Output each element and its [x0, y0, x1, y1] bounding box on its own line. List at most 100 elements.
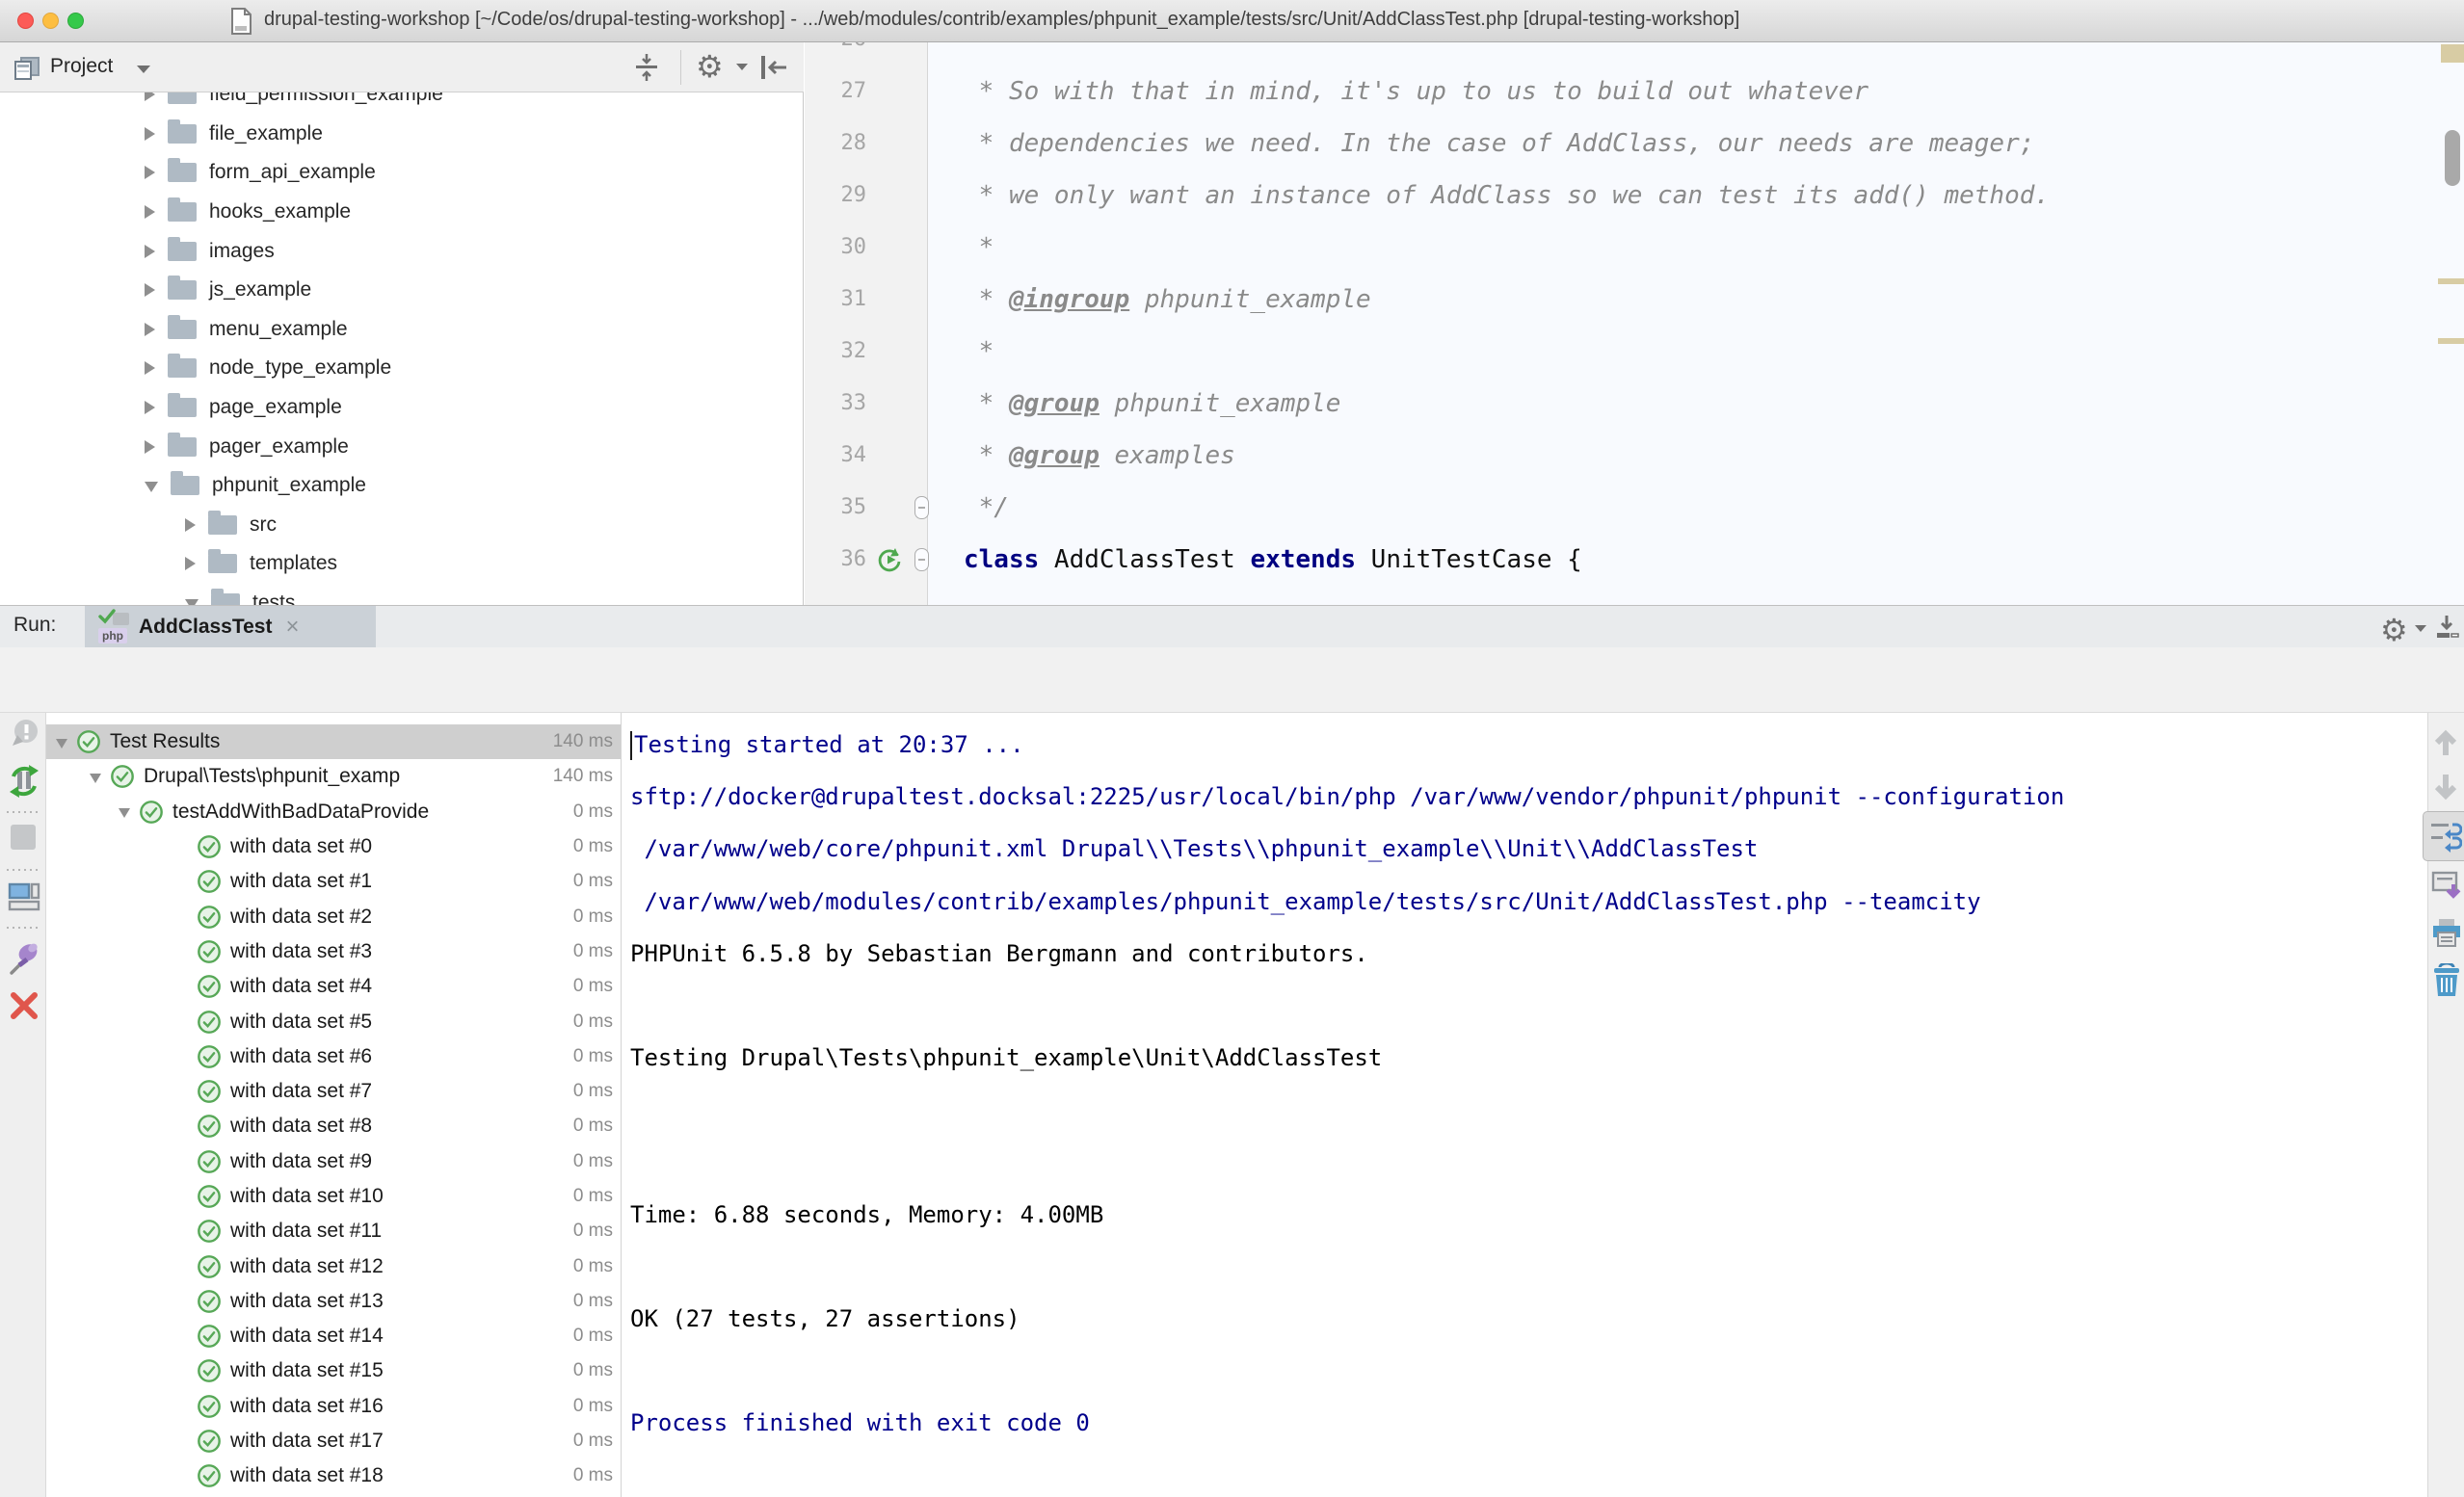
chevron-right-icon[interactable] — [145, 323, 155, 336]
collapse-all-button[interactable] — [631, 52, 662, 83]
pin-tab-button[interactable] — [8, 938, 42, 977]
soft-wrap-toggle[interactable] — [2423, 811, 2464, 861]
hide-panel-button[interactable] — [757, 52, 790, 83]
up-stacktrace-button[interactable] — [2431, 728, 2460, 757]
test-item-with data set #12[interactable]: with data set #120 ms — [46, 1248, 621, 1283]
toggle-auto-test-button[interactable] — [8, 763, 40, 800]
run-tab[interactable]: php AddClassTest × — [85, 606, 376, 648]
test-item-with data set #17[interactable]: with data set #170 ms — [46, 1424, 621, 1458]
editor-scrollbar[interactable] — [2445, 130, 2460, 186]
chevron-right-icon[interactable] — [145, 205, 155, 219]
editor-line-33[interactable]: 33 * @group phpunit_example — [805, 378, 2464, 430]
test-item-with data set #11[interactable]: with data set #110 ms — [46, 1214, 621, 1248]
code-fold-icon[interactable] — [914, 496, 929, 519]
test-item-with data set #18[interactable]: with data set #180 ms — [46, 1458, 621, 1493]
hide-tool-window-button[interactable] — [2432, 613, 2461, 642]
test-item-with data set #1[interactable]: with data set #10 ms — [46, 864, 621, 899]
test-item-with data set #19[interactable]: with data set #190 ms — [46, 1494, 621, 1497]
test-item-with data set #7[interactable]: with data set #70 ms — [46, 1074, 621, 1109]
test-item-with data set #4[interactable]: with data set #40 ms — [46, 969, 621, 1004]
close-tab-icon[interactable]: × — [285, 614, 299, 641]
scroll-to-end-button[interactable] — [2431, 871, 2462, 904]
chevron-down-icon[interactable] — [137, 66, 150, 73]
test-item-with data set #15[interactable]: with data set #150 ms — [46, 1353, 621, 1388]
chevron-right-icon[interactable] — [185, 557, 196, 570]
test-item-with data set #5[interactable]: with data set #50 ms — [46, 1004, 621, 1038]
project-panel-title[interactable]: Project — [50, 55, 113, 78]
project-item-pager_example[interactable]: pager_example — [0, 427, 803, 466]
rerun-failed-tests-button[interactable] — [8, 717, 40, 749]
run-console[interactable]: Testing started at 20:37 ...sftp://docke… — [623, 713, 2427, 1497]
error-stripe-warning-mark[interactable] — [2438, 278, 2464, 284]
project-item-menu_example[interactable]: menu_example — [0, 310, 803, 350]
gear-icon[interactable]: ⚙ — [2380, 612, 2408, 648]
chevron-right-icon[interactable] — [185, 518, 196, 532]
editor-line-28[interactable]: 28 * dependencies we need. In the case o… — [805, 118, 2464, 170]
chevron-right-icon[interactable] — [145, 245, 155, 258]
chevron-down-icon[interactable] — [56, 739, 67, 748]
chevron-right-icon[interactable] — [145, 401, 155, 414]
test-item-with data set #2[interactable]: with data set #20 ms — [46, 899, 621, 933]
project-item-js_example[interactable]: js_example — [0, 271, 803, 310]
minimize-window-button[interactable] — [42, 13, 59, 29]
editor-line-36[interactable]: 36class AddClassTest extends UnitTestCas… — [805, 534, 2464, 586]
project-item-label: js_example — [209, 278, 311, 302]
chevron-right-icon[interactable] — [145, 440, 155, 454]
test-item-with data set #8[interactable]: with data set #80 ms — [46, 1109, 621, 1143]
test-item-with data set #14[interactable]: with data set #140 ms — [46, 1319, 621, 1353]
test-item-with data set #3[interactable]: with data set #30 ms — [46, 934, 621, 969]
editor-line-32[interactable]: 32 * — [805, 326, 2464, 378]
error-stripe-warning-mark[interactable] — [2438, 338, 2464, 344]
test-item-with data set #6[interactable]: with data set #60 ms — [46, 1039, 621, 1074]
test-item-with data set #9[interactable]: with data set #90 ms — [46, 1144, 621, 1179]
chevron-down-icon[interactable] — [119, 808, 130, 818]
editor-line-34[interactable]: 34 * @group examples — [805, 430, 2464, 482]
restore-layout-button[interactable] — [8, 880, 40, 913]
close-tool-window-button[interactable] — [9, 990, 40, 1021]
test-item-Test Results[interactable]: Test Results140 ms — [46, 724, 621, 759]
test-item-with data set #13[interactable]: with data set #130 ms — [46, 1284, 621, 1319]
editor-line-31[interactable]: 31 * @ingroup phpunit_example — [805, 274, 2464, 326]
gear-dropdown-chevron-icon[interactable] — [736, 64, 748, 70]
test-item-testAddWithBadDataProvide[interactable]: testAddWithBadDataProvide0 ms — [46, 795, 621, 829]
code-fold-icon[interactable] — [914, 548, 929, 571]
gear-dropdown-chevron-icon[interactable] — [2415, 625, 2426, 632]
project-item-phpunit_example[interactable]: phpunit_example — [0, 466, 803, 506]
project-item-images[interactable]: images — [0, 231, 803, 271]
down-stacktrace-button[interactable] — [2431, 773, 2460, 801]
gear-icon[interactable]: ⚙ — [696, 48, 724, 85]
run-test-gutter-icon[interactable] — [876, 546, 903, 573]
project-item-tests[interactable]: tests — [0, 584, 803, 605]
editor-line-27[interactable]: 27 * So with that in mind, it's up to us… — [805, 66, 2464, 118]
test-item-Drupal\Tests\phpunit_examp[interactable]: Drupal\Tests\phpunit_examp140 ms — [46, 759, 621, 794]
clear-console-button[interactable] — [2431, 963, 2462, 998]
test-item-with data set #10[interactable]: with data set #100 ms — [46, 1179, 621, 1214]
editor[interactable]: 2627 * So with that in mind, it's up to … — [805, 42, 2464, 605]
editor-line-35[interactable]: 35 */ — [805, 482, 2464, 534]
project-item-field_permission_example[interactable]: field_permission_example — [0, 92, 803, 115]
test-duration: 0 ms — [573, 1221, 613, 1242]
test-item-with data set #16[interactable]: with data set #160 ms — [46, 1389, 621, 1424]
project-item-page_example[interactable]: page_example — [0, 388, 803, 428]
test-item-with data set #0[interactable]: with data set #00 ms — [46, 829, 621, 864]
print-button[interactable] — [2431, 917, 2462, 950]
project-item-hooks_example[interactable]: hooks_example — [0, 193, 803, 232]
editor-line-30[interactable]: 30 * — [805, 222, 2464, 274]
zoom-window-button[interactable] — [67, 13, 84, 29]
chevron-down-icon[interactable] — [90, 774, 101, 783]
chevron-right-icon[interactable] — [145, 127, 155, 141]
stop-button[interactable] — [11, 825, 36, 850]
chevron-right-icon[interactable] — [145, 361, 155, 375]
project-item-file_example[interactable]: file_example — [0, 115, 803, 154]
chevron-right-icon[interactable] — [145, 92, 155, 101]
project-item-templates[interactable]: templates — [0, 544, 803, 584]
chevron-right-icon[interactable] — [145, 166, 155, 179]
project-item-node_type_example[interactable]: node_type_example — [0, 349, 803, 388]
chevron-right-icon[interactable] — [145, 283, 155, 297]
editor-line-26[interactable]: 26 — [805, 42, 2464, 66]
editor-line-29[interactable]: 29 * we only want an instance of AddClas… — [805, 170, 2464, 222]
project-item-form_api_example[interactable]: form_api_example — [0, 153, 803, 193]
chevron-down-icon[interactable] — [145, 482, 158, 492]
project-item-src[interactable]: src — [0, 506, 803, 545]
close-window-button[interactable] — [17, 13, 34, 29]
